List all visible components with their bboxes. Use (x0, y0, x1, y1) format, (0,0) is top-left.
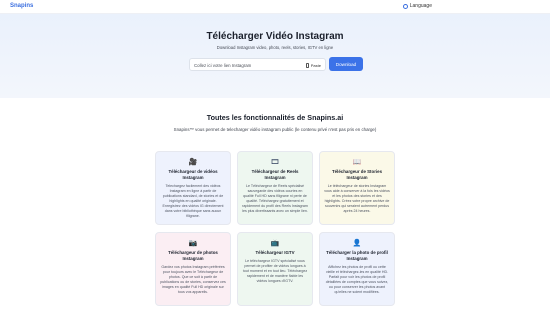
feature-card-photos[interactable]: 📷 Téléchargeur de photos Instagram Garde… (155, 232, 231, 306)
feature-card-igtv[interactable]: 📺 Téléchargeur IGTV Le téléchargeur IGTV… (237, 232, 313, 306)
feature-card-title: Téléchargeur de Stories Instagram (331, 169, 383, 180)
feature-card-title: Téléchargeur de photos Instagram (168, 250, 218, 261)
feature-card-title: Téléchargeur IGTV (255, 250, 295, 255)
hero-section: Télécharger Vidéo Instagram Download Ins… (0, 14, 550, 98)
language-selector[interactable]: Language (402, 3, 432, 9)
features-title: Toutes les fonctionnalités de Snapins.ai (206, 113, 344, 122)
url-input-box: Paste (189, 58, 326, 71)
download-button[interactable]: Download (329, 57, 363, 71)
logo[interactable]: Snapins (10, 3, 33, 9)
feature-card-title: Télécharger la photo de profil Instagram (326, 250, 388, 261)
page-title: Télécharger Vidéo Instagram (206, 31, 344, 42)
tv-icon: 📺 (270, 240, 280, 247)
feature-card-desc: Affichez les photos de profil ou cette v… (325, 265, 389, 294)
feature-card-title: Téléchargeur de vidéos Instagram (168, 169, 218, 180)
book-icon: 📖 (352, 159, 362, 166)
top-navbar: Snapins Language (0, 0, 550, 14)
feature-card-video[interactable]: 🎥 Téléchargeur de vidéos Instagram Telec… (155, 151, 231, 225)
url-input[interactable] (194, 60, 290, 70)
video-camera-icon: 🎥 (188, 159, 198, 166)
feature-card-profile-photo[interactable]: 👤 Télécharger la photo de profil Instagr… (319, 232, 395, 306)
feature-card-stories[interactable]: 📖 Téléchargeur de Stories Instagram Le t… (319, 151, 395, 225)
camera-icon: 📷 (188, 240, 198, 247)
feature-card-desc: Le téléchargeur IGTV spécialisé vous per… (242, 259, 308, 283)
clipboard-icon (305, 63, 310, 68)
hero-subtitle: Download Instagram video, photo, reels, … (216, 45, 334, 50)
paste-label: Paste (310, 63, 321, 68)
feature-card-desc: Le téléchargeur de stories Instagram vou… (324, 184, 390, 213)
feature-card-reels[interactable]: 🎞 Téléchargeur de Reels Instagram Le Tél… (237, 151, 313, 225)
feature-card-title: Téléchargeur de Reels Instagram (251, 169, 299, 180)
features-description: Snapins™ vous permet de telecharger vidé… (173, 127, 377, 132)
user-icon: 👤 (352, 240, 362, 247)
feature-card-desc: Gardez vos photos Instagram préférées po… (160, 265, 226, 294)
language-label: Language (409, 3, 432, 9)
globe-icon (402, 3, 408, 9)
feature-card-desc: Telechargez facilement des vidéos Instag… (162, 184, 224, 218)
film-icon: 🎞 (270, 159, 280, 166)
feature-card-desc: Le Téléchargeur de Reels spécialisé sauv… (242, 184, 308, 213)
paste-button[interactable]: Paste (305, 61, 321, 70)
